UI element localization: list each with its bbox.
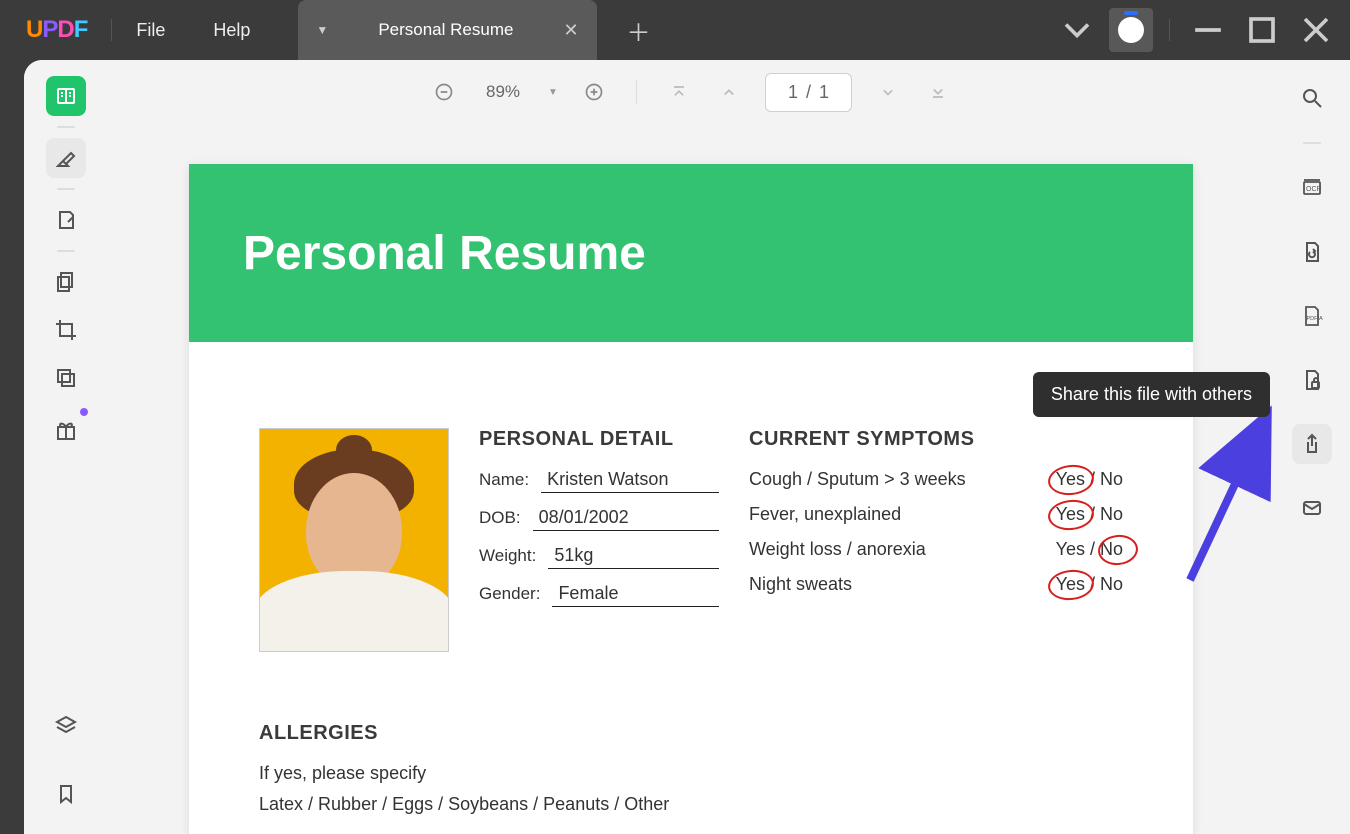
gender-value: Female — [552, 583, 719, 607]
pdfa-icon[interactable]: PDF/A — [1292, 296, 1332, 336]
total-pages: 1 — [819, 82, 829, 103]
gender-label: Gender: — [479, 584, 540, 604]
user-avatar[interactable] — [1109, 8, 1153, 52]
app-logo: UPDF — [26, 16, 87, 44]
share-icon[interactable] — [1292, 424, 1332, 464]
highlighter-tool-icon[interactable] — [46, 138, 86, 178]
right-sidebar: OCR PDF/A — [1274, 60, 1350, 834]
symptom-answer: Yes / No — [1056, 504, 1123, 525]
search-icon[interactable] — [1292, 78, 1332, 118]
menu-help[interactable]: Help — [213, 20, 250, 41]
allergies-line: Latex / Rubber / Eggs / Soybeans / Peanu… — [259, 794, 1123, 815]
convert-icon[interactable] — [1292, 232, 1332, 272]
name-label: Name: — [479, 470, 529, 490]
workspace: OCR PDF/A 89% ▼ 1 / 1 — [24, 60, 1350, 834]
weight-value: 51kg — [548, 545, 719, 569]
dropdown-icon[interactable] — [1055, 8, 1099, 52]
zoom-in-icon[interactable] — [580, 78, 608, 106]
next-page-icon[interactable] — [874, 78, 902, 106]
reader-tool-icon[interactable] — [46, 76, 86, 116]
dob-value: 08/01/2002 — [533, 507, 719, 531]
tab-close-icon[interactable]: ✕ — [563, 20, 578, 41]
symptoms-section: CURRENT SYMPTOMS Cough / Sputum > 3 week… — [749, 428, 1123, 652]
share-tooltip: Share this file with others — [1033, 372, 1270, 417]
bookmark-icon[interactable] — [46, 774, 86, 814]
current-page: 1 — [788, 82, 798, 103]
document-tab[interactable]: ▼ Personal Resume ✕ — [298, 0, 596, 60]
page-indicator[interactable]: 1 / 1 — [765, 73, 852, 112]
symptom-answer: Yes / No — [1056, 469, 1123, 490]
titlebar: UPDF File Help ▼ Personal Resume ✕ ＋ — [0, 0, 1350, 60]
document-page: Personal Resume PERSONAL DETAIL Name: Kri… — [189, 164, 1193, 834]
name-value: Kristen Watson — [541, 469, 719, 493]
symptom-answer: Yes / No — [1056, 574, 1123, 595]
document-viewport[interactable]: Personal Resume PERSONAL DETAIL Name: Kri… — [108, 124, 1274, 834]
pages-tool-icon[interactable] — [46, 262, 86, 302]
new-tab-button[interactable]: ＋ — [627, 13, 651, 48]
protect-icon[interactable] — [1292, 360, 1332, 400]
section-heading: ALLERGIES — [259, 722, 1123, 745]
tab-dropdown-icon[interactable]: ▼ — [316, 23, 328, 37]
svg-text:OCR: OCR — [1306, 186, 1322, 193]
allergies-section: ALLERGIES If yes, please specify Latex /… — [259, 722, 1123, 825]
gift-icon[interactable] — [46, 410, 86, 450]
personal-detail-section: PERSONAL DETAIL Name: Kristen Watson DOB:… — [479, 428, 719, 652]
symptom-label: Cough / Sputum > 3 weeks — [749, 469, 966, 490]
symptom-label: Night sweats — [749, 574, 852, 595]
maximize-button[interactable] — [1240, 8, 1284, 52]
weight-label: Weight: — [479, 546, 536, 566]
section-heading: PERSONAL DETAIL — [479, 428, 719, 451]
zoom-value: 89% — [486, 82, 520, 102]
zoom-dropdown-icon[interactable]: ▼ — [548, 87, 558, 98]
tab-title: Personal Resume — [358, 20, 533, 40]
edit-tool-icon[interactable] — [46, 200, 86, 240]
minimize-button[interactable] — [1186, 8, 1230, 52]
close-button[interactable] — [1294, 8, 1338, 52]
last-page-icon[interactable] — [924, 78, 952, 106]
crop-tool-icon[interactable] — [46, 310, 86, 350]
prev-page-icon[interactable] — [715, 78, 743, 106]
first-page-icon[interactable] — [665, 78, 693, 106]
symptom-answer: Yes / No — [1056, 539, 1123, 560]
ocr-icon[interactable]: OCR — [1292, 168, 1332, 208]
allergies-line: If yes, please specify — [259, 763, 1123, 784]
svg-text:PDF/A: PDF/A — [1307, 316, 1324, 322]
menu-file[interactable]: File — [136, 20, 165, 41]
section-heading: CURRENT SYMPTOMS — [749, 428, 1123, 451]
banner: Personal Resume — [189, 164, 1193, 342]
email-icon[interactable] — [1292, 488, 1332, 528]
top-toolbar: 89% ▼ 1 / 1 — [108, 60, 1274, 124]
redact-tool-icon[interactable] — [46, 358, 86, 398]
banner-title: Personal Resume — [243, 226, 646, 281]
dob-label: DOB: — [479, 508, 521, 528]
profile-photo — [259, 428, 449, 652]
symptom-label: Fever, unexplained — [749, 504, 901, 525]
zoom-out-icon[interactable] — [430, 78, 458, 106]
symptom-label: Weight loss / anorexia — [749, 539, 926, 560]
left-sidebar — [24, 60, 108, 834]
layers-icon[interactable] — [46, 706, 86, 746]
